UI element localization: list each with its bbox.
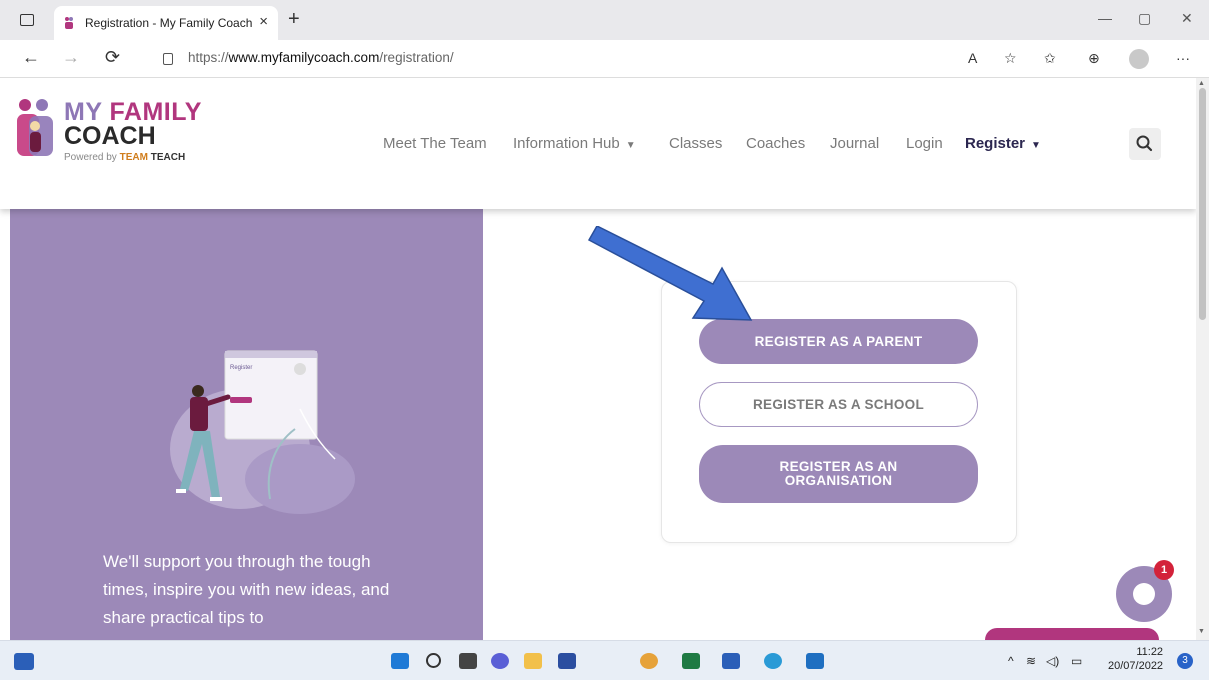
chrome-icon[interactable]	[640, 653, 658, 669]
chat-icon	[1133, 583, 1155, 605]
system-clock[interactable]: 11:22 20/07/2022	[1108, 645, 1163, 673]
browser-tab[interactable]: Registration - My Family Coach ×	[54, 6, 278, 40]
search-taskbar-icon[interactable]	[426, 653, 441, 668]
logo-powered-by: Powered by TEAM TEACH	[64, 152, 186, 163]
page-scrollbar[interactable]: ▲ ▼	[1196, 78, 1209, 640]
restore-button[interactable]: ▢	[1138, 10, 1151, 27]
minimize-button[interactable]: —	[1098, 10, 1112, 26]
scrollbar-thumb[interactable]	[1199, 88, 1206, 320]
hero-text: We'll support you through the tough time…	[103, 552, 390, 627]
search-button[interactable]	[1129, 128, 1161, 160]
chevron-down-icon: ▼	[625, 140, 636, 151]
page-viewport: MY FAMILY COACH Powered by TEAM TEACH Me…	[0, 78, 1196, 640]
scroll-down-arrow-icon[interactable]: ▼	[1198, 628, 1205, 635]
windows-taskbar: ^ ≋ ◁) ▭ 11:22 20/07/2022 3	[0, 640, 1209, 680]
tray-chevron-icon[interactable]: ^	[1008, 654, 1014, 668]
profile-avatar-icon[interactable]	[1129, 49, 1149, 69]
nav-classes[interactable]: Classes	[669, 135, 722, 152]
scroll-up-arrow-icon[interactable]: ▲	[1198, 80, 1205, 87]
refresh-icon[interactable]: ⟳	[105, 47, 120, 68]
outlook-icon[interactable]	[806, 653, 824, 669]
register-organisation-label-line1: REGISTER AS AN	[779, 459, 898, 474]
chat-notification-badge: 1	[1154, 560, 1174, 580]
logo-title-line2: COACH	[64, 122, 156, 150]
nav-information-hub[interactable]: Information Hub ▼	[513, 135, 636, 152]
collections-icon[interactable]: ⊕	[1088, 50, 1100, 67]
back-arrow-icon[interactable]: ←	[22, 47, 40, 68]
battery-icon[interactable]: ▭	[1071, 654, 1082, 668]
forward-arrow-icon[interactable]: →	[62, 47, 80, 68]
partial-floating-button[interactable]	[985, 628, 1159, 640]
search-icon	[1136, 135, 1153, 152]
nav-register[interactable]: Register ▼	[965, 135, 1041, 152]
site-logo[interactable]: MY FAMILY COACH Powered by TEAM TEACH	[16, 98, 216, 164]
browser-tab-bar: Registration - My Family Coach × + — ▢ ✕	[0, 0, 1209, 40]
hero-panel: Register We'll support you through the t…	[10, 209, 483, 640]
widgets-icon[interactable]	[14, 653, 34, 670]
notification-badge[interactable]: 3	[1177, 653, 1193, 669]
address-bar: ← → ⟳ https://www.myfamilycoach.com/regi…	[0, 40, 1209, 78]
tab-title: Registration - My Family Coach	[85, 16, 253, 30]
clock-time: 11:22	[1136, 646, 1164, 658]
task-view-icon[interactable]	[459, 653, 477, 669]
nav-login[interactable]: Login	[906, 135, 943, 152]
svg-text:Register: Register	[230, 365, 252, 371]
new-tab-button[interactable]: +	[288, 8, 300, 31]
excel-icon[interactable]	[682, 653, 700, 669]
clock-date: 20/07/2022	[1108, 660, 1164, 672]
register-school-button[interactable]: REGISTER AS A SCHOOL	[699, 382, 978, 427]
wifi-icon[interactable]: ≋	[1026, 654, 1036, 668]
favorites-icon[interactable]: ✩	[1044, 50, 1056, 67]
register-organisation-button[interactable]: REGISTER AS AN ORGANISATION	[699, 445, 978, 503]
site-favicon-icon	[65, 17, 73, 29]
url-field[interactable]: https://www.myfamilycoach.com/registrati…	[188, 50, 454, 65]
edge-icon[interactable]	[764, 653, 782, 669]
nav-journal[interactable]: Journal	[830, 135, 879, 152]
read-aloud-icon[interactable]: A	[968, 50, 977, 66]
site-header: MY FAMILY COACH Powered by TEAM TEACH Me…	[0, 78, 1196, 209]
register-organisation-label-line2: ORGANISATION	[784, 473, 893, 488]
volume-icon[interactable]: ◁)	[1046, 654, 1059, 668]
chevron-down-icon: ▼	[1031, 140, 1041, 151]
register-illustration: Register	[170, 350, 355, 514]
family-logo-icon	[17, 99, 53, 156]
add-favorite-icon[interactable]: ☆	[1004, 50, 1017, 67]
nav-coaches[interactable]: Coaches	[746, 135, 805, 152]
close-window-button[interactable]: ✕	[1181, 10, 1193, 27]
file-explorer-icon[interactable]	[524, 653, 542, 669]
tab-close-icon[interactable]: ×	[259, 13, 268, 30]
more-menu-icon[interactable]: ···	[1176, 50, 1190, 66]
word-icon[interactable]	[722, 653, 740, 669]
annotation-arrow-icon	[587, 226, 753, 321]
teams-chat-icon[interactable]	[491, 653, 509, 669]
start-menu-icon[interactable]	[391, 653, 409, 669]
nav-meet-the-team[interactable]: Meet The Team	[383, 135, 487, 152]
store-icon[interactable]	[558, 653, 576, 669]
lock-icon[interactable]	[163, 53, 173, 65]
tab-actions-icon[interactable]	[20, 14, 34, 26]
